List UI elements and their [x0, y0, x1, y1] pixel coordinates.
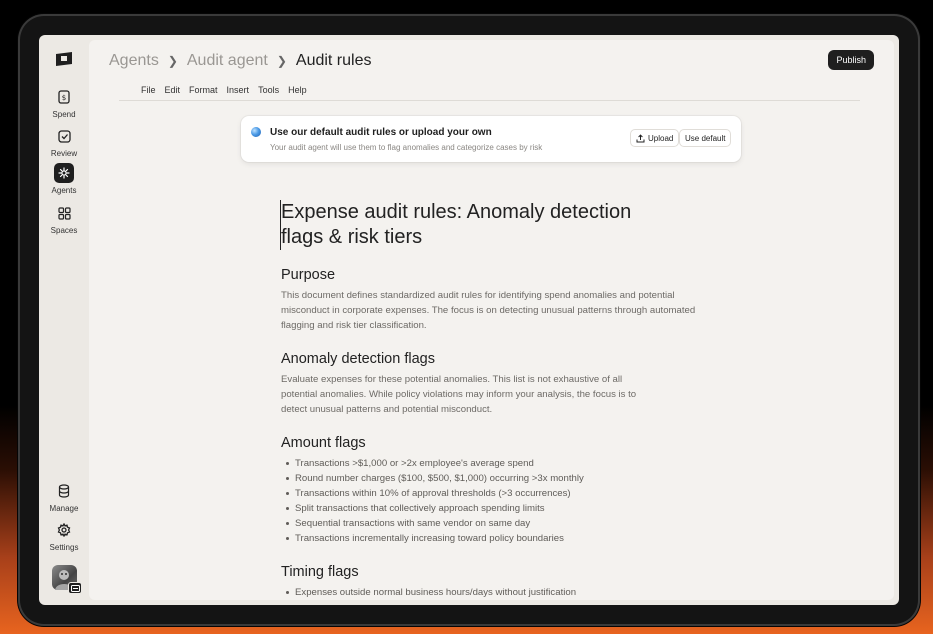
upload-label: Upload: [648, 133, 674, 143]
sidebar: $ Spend Review Agents Spaces Manage Sett…: [39, 35, 89, 605]
upload-icon: [636, 133, 645, 142]
list-item: Sequential transactions with same vendor…: [281, 516, 721, 531]
chevron-right-icon: ❯: [167, 54, 178, 68]
sidebar-item-label: Spaces: [50, 226, 78, 235]
switch-account-icon[interactable]: [68, 582, 82, 594]
svg-text:$: $: [62, 94, 66, 102]
sidebar-item-review[interactable]: Review: [39, 126, 89, 158]
main-panel: Agents ❯ Audit agent ❯ Audit rules Publi…: [89, 40, 894, 600]
banner-subtitle: Your audit agent will use them to flag a…: [270, 143, 543, 152]
sparkle-icon: [54, 163, 74, 183]
list-item: Round number charges ($100, $500, $1,000…: [281, 471, 721, 486]
amount-flags-list: Transactions >$1,000 or >2x employee's a…: [281, 456, 721, 546]
divider: [119, 100, 860, 101]
use-default-button[interactable]: Use default: [679, 129, 732, 147]
timing-heading: Timing flags: [281, 564, 359, 580]
menu-format[interactable]: Format: [189, 85, 218, 95]
sidebar-item-label: Spend: [52, 110, 76, 119]
list-item: Transactions incrementally increasing to…: [281, 531, 721, 546]
menu-insert[interactable]: Insert: [227, 85, 250, 95]
document-title[interactable]: Expense audit rules: Anomaly detection f…: [280, 200, 640, 250]
purpose-heading: Purpose: [281, 267, 336, 283]
anomaly-paragraph: Evaluate expenses for these potential an…: [281, 374, 637, 415]
receipt-icon: $: [54, 87, 74, 107]
menu-bar: File Edit Format Insert Tools Help: [141, 85, 307, 95]
sidebar-item-label: Settings: [49, 543, 79, 552]
grid-icon: [54, 203, 74, 223]
breadcrumb-agents[interactable]: Agents: [109, 52, 159, 70]
globe-icon: [251, 127, 261, 137]
sidebar-item-label: Agents: [51, 186, 77, 195]
menu-tools[interactable]: Tools: [258, 85, 279, 95]
app-window: $ Spend Review Agents Spaces Manage Sett…: [39, 35, 899, 605]
app-logo-icon[interactable]: [55, 51, 73, 67]
amount-heading: Amount flags: [281, 435, 366, 451]
sidebar-item-manage[interactable]: Manage: [39, 481, 89, 513]
banner-title: Use our default audit rules or upload yo…: [270, 127, 492, 138]
checkbox-icon: [54, 126, 74, 146]
list-item: Expenses outside normal business hours/d…: [281, 585, 721, 600]
sidebar-item-settings[interactable]: Settings: [39, 520, 89, 552]
avatar[interactable]: [52, 565, 82, 594]
menu-help[interactable]: Help: [288, 85, 307, 95]
purpose-paragraph: This document defines standardized audit…: [281, 290, 696, 331]
breadcrumb: Agents ❯ Audit agent ❯ Audit rules: [109, 52, 371, 70]
timing-flags-list: Expenses outside normal business hours/d…: [281, 585, 721, 600]
list-item: Transactions >$1,000 or >2x employee's a…: [281, 456, 721, 471]
gear-icon: [54, 520, 74, 540]
sidebar-item-spaces[interactable]: Spaces: [39, 203, 89, 235]
menu-file[interactable]: File: [141, 85, 156, 95]
sidebar-item-agents[interactable]: Agents: [39, 163, 89, 195]
sidebar-item-label: Review: [50, 149, 78, 158]
page-title: Audit rules: [295, 52, 372, 69]
audit-rules-banner: Use our default audit rules or upload yo…: [241, 116, 741, 162]
upload-button[interactable]: Upload: [630, 129, 680, 147]
list-item: Split transactions that collectively app…: [281, 501, 721, 516]
breadcrumb-audit-agent[interactable]: Audit agent: [187, 52, 268, 70]
sidebar-item-spend[interactable]: $ Spend: [39, 87, 89, 119]
use-default-label: Use default: [685, 133, 726, 143]
publish-button[interactable]: Publish: [828, 50, 874, 70]
menu-edit[interactable]: Edit: [165, 85, 181, 95]
sidebar-item-label: Manage: [49, 504, 79, 513]
list-item: Transactions within 10% of approval thre…: [281, 486, 721, 501]
anomaly-heading: Anomaly detection flags: [281, 351, 435, 367]
chevron-right-icon: ❯: [276, 54, 287, 68]
database-icon: [54, 481, 74, 501]
document-body[interactable]: Expense audit rules: Anomaly detection f…: [280, 200, 721, 600]
